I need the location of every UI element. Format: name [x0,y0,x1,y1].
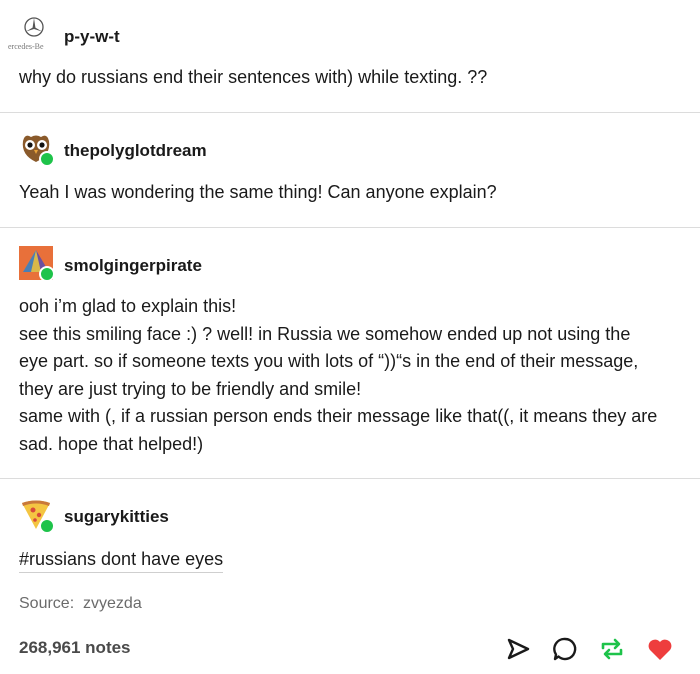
divider [0,478,700,479]
share-icon [507,638,530,660]
notes-count[interactable]: 268,961 notes [19,638,131,658]
text-line: see this smiling face :) ? well! in Russ… [19,323,631,344]
text-line: Yeah I was wondering the same thing! Can… [19,182,497,202]
share-button[interactable] [504,635,532,663]
avatar[interactable]: ercedes-Be [8,12,54,52]
avatar[interactable] [19,246,55,282]
text-line: they are just trying to be friendly and … [19,378,362,399]
username[interactable]: smolgingerpirate [64,256,202,276]
post-tags: #russians dont have eyes [19,546,680,574]
like-icon [648,639,672,660]
tag-link[interactable]: #russians dont have eyes [19,549,224,573]
post-text: Yeah I was wondering the same thing! Can… [19,179,680,207]
reply-icon [553,637,577,661]
divider [0,227,700,228]
reblog-badge-icon [39,151,55,167]
text-line: eye part. so if someone texts you with l… [19,351,639,372]
text-line: same with (, if a russian person ends th… [19,406,658,427]
reblog-badge-icon [39,266,55,282]
source-link[interactable]: zvyezda [83,595,142,612]
username[interactable]: thepolyglotdream [64,141,207,161]
avatar[interactable] [19,498,55,534]
post-text: why do russians end their sentences with… [19,64,680,92]
source-label: Source: [19,595,75,612]
post-source: Source: zvyezda [19,595,142,613]
text-line: sad. hope that helped!) [19,433,204,454]
divider [0,112,700,113]
username[interactable]: p-y-w-t [64,27,120,47]
username[interactable]: sugarykitties [64,507,169,527]
like-button[interactable] [646,635,674,663]
avatar-caption: ercedes-Be [8,42,44,51]
post-text: ooh i’m glad to explain this! see this s… [19,293,680,459]
reblog-icon [601,638,623,660]
reply-button[interactable] [551,635,579,663]
avatar[interactable] [19,131,55,167]
reblog-button[interactable] [598,635,626,663]
text-line: ooh i’m glad to explain this! [19,296,237,316]
text-line: why do russians end their sentences with… [19,67,488,87]
reblog-badge-icon [39,518,55,534]
